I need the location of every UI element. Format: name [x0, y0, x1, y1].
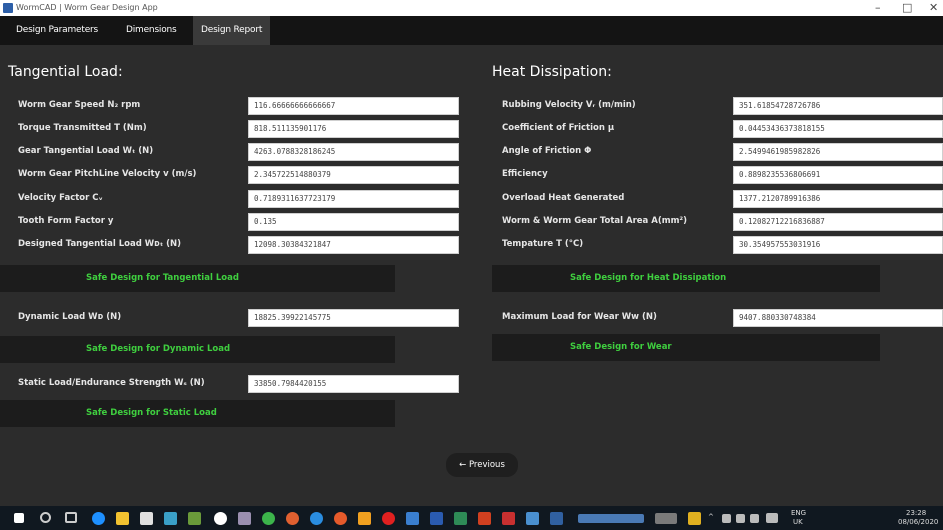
notification-icon[interactable] [766, 513, 778, 523]
app-icon-5[interactable] [310, 512, 323, 525]
store-icon[interactable] [140, 512, 153, 525]
taskbar: ^ ENG UK 23:28 08/06/2020 [0, 506, 943, 530]
overload-heat-label: Overload Heat Generated [502, 193, 625, 203]
hp-icon[interactable] [214, 512, 227, 525]
rubbing-velocity-field[interactable]: 351.61854728726786 [733, 97, 943, 115]
word-icon[interactable] [430, 512, 443, 525]
app-icon-6[interactable] [358, 512, 371, 525]
region-indicator: UK [793, 518, 803, 526]
app-icon-9[interactable] [526, 512, 539, 525]
angle-of-friction-label: Angle of Friction Φ [502, 146, 592, 156]
angle-of-friction-field[interactable]: 2.5499461985982826 [733, 143, 943, 161]
static-load-label: Static Load/Endurance Strength Wₛ (N) [18, 378, 205, 388]
tab-design-report[interactable]: Design Report [193, 16, 271, 45]
task-view-icon[interactable] [65, 512, 77, 523]
tab-bar: Design Parameters Dimensions Design Repo… [0, 16, 943, 45]
app-icon-10[interactable] [550, 512, 563, 525]
torque-field[interactable]: 818.511135901176 [248, 120, 459, 138]
dynamic-load-label: Dynamic Load Wᴅ (N) [18, 312, 122, 322]
app-icon-4[interactable] [262, 512, 275, 525]
pitchline-velocity-label: Worm Gear PitchLine Velocity v (m/s) [18, 169, 197, 179]
designed-tangential-load-field[interactable]: 12098.30384321847 [248, 236, 459, 254]
heat-dissipation-status: Safe Design for Heat Dissipation [492, 265, 880, 292]
velocity-factor-field[interactable]: 0.7189311637723179 [248, 190, 459, 208]
window-title: WormCAD | Worm Gear Design App [16, 3, 158, 12]
pitchline-velocity-field[interactable]: 2.345722514880379 [248, 166, 459, 184]
wear-load-label: Maximum Load for Wear Wᴡ (N) [502, 312, 657, 322]
wear-load-field[interactable]: 9407.880330748384 [733, 309, 943, 327]
wifi-icon[interactable] [736, 514, 745, 523]
velocity-factor-label: Velocity Factor Cᵥ [18, 193, 103, 203]
close-button[interactable]: ✕ [929, 1, 938, 14]
temperature-label: Tempature T (°C) [502, 239, 584, 249]
coefficient-of-friction-field[interactable]: 0.04453436373818155 [733, 120, 943, 138]
overload-heat-field[interactable]: 1377.2120789916386 [733, 190, 943, 208]
app-icon-8[interactable] [502, 512, 515, 525]
tab-design-parameters[interactable]: Design Parameters [8, 16, 106, 45]
tooth-form-factor-label: Tooth Form Factor y [18, 216, 114, 226]
excel-icon[interactable] [454, 512, 467, 525]
language-indicator[interactable]: ENG [791, 509, 806, 517]
tangential-load-status: Safe Design for Tangential Load [0, 265, 395, 292]
file-explorer-icon[interactable] [116, 512, 129, 525]
efficiency-label: Efficiency [502, 169, 548, 179]
wear-status: Safe Design for Wear [492, 334, 880, 361]
firefox-icon[interactable] [334, 512, 347, 525]
window-title-bar: WormCAD | Worm Gear Design App – □ ✕ [0, 0, 943, 16]
coefficient-of-friction-label: Coefficient of Friction μ [502, 123, 615, 133]
app-icon-2[interactable] [188, 512, 201, 525]
app-icon-11[interactable] [655, 513, 677, 524]
dynamic-load-status: Safe Design for Dynamic Load [0, 336, 395, 363]
gear-tangential-load-field[interactable]: 4263.0788328186245 [248, 143, 459, 161]
start-icon[interactable] [14, 513, 24, 523]
search-icon[interactable] [40, 512, 51, 523]
app-icon-3[interactable] [238, 512, 251, 525]
worm-gear-speed-label: Worm Gear Speed N₂ rpm [18, 100, 141, 110]
total-area-field[interactable]: 0.12082712216836887 [733, 213, 943, 231]
powerpoint-icon[interactable] [478, 512, 491, 525]
maximize-button[interactable]: □ [902, 1, 912, 14]
torque-label: Torque Transmitted T (Nm) [18, 123, 147, 133]
clock-date[interactable]: 08/06/2020 [898, 518, 938, 526]
app-icon-12[interactable] [688, 512, 701, 525]
minimize-button[interactable]: – [875, 1, 881, 14]
static-load-status: Safe Design for Static Load [0, 400, 395, 427]
clock-time[interactable]: 23:28 [906, 509, 926, 517]
total-area-label: Worm & Worm Gear Total Area A(mm²) [502, 216, 688, 226]
efficiency-field[interactable]: 0.8898235536806691 [733, 166, 943, 184]
edge-icon[interactable] [92, 512, 105, 525]
tooth-form-factor-field[interactable]: 0.135 [248, 213, 459, 231]
temperature-field[interactable]: 30.354957553031916 [733, 236, 943, 254]
app-icon-1[interactable] [164, 512, 177, 525]
app-icon [3, 3, 13, 13]
gear-tangential-load-label: Gear Tangential Load Wₜ (N) [18, 146, 154, 156]
tangential-load-title: Tangential Load: [8, 64, 123, 80]
tray-chevron-icon[interactable]: ^ [708, 513, 714, 521]
rubbing-velocity-label: Rubbing Velocity Vᵣ (m/min) [502, 100, 636, 110]
static-load-field[interactable]: 33850.7984420155 [248, 375, 459, 393]
volume-icon[interactable] [750, 514, 759, 523]
dynamic-load-field[interactable]: 18825.39922145775 [248, 309, 459, 327]
designed-tangential-load-label: Designed Tangential Load Wᴅₜ (N) [18, 239, 182, 249]
chrome-icon[interactable] [286, 512, 299, 525]
media-bar-icon[interactable] [578, 514, 644, 523]
worm-gear-speed-field[interactable]: 116.66666666666667 [248, 97, 459, 115]
app-icon-7[interactable] [406, 512, 419, 525]
network-icon[interactable] [722, 514, 731, 523]
previous-button[interactable]: ← Previous [446, 453, 518, 477]
tab-dimensions[interactable]: Dimensions [118, 16, 185, 45]
opera-icon[interactable] [382, 512, 395, 525]
heat-dissipation-title: Heat Dissipation: [492, 64, 612, 80]
